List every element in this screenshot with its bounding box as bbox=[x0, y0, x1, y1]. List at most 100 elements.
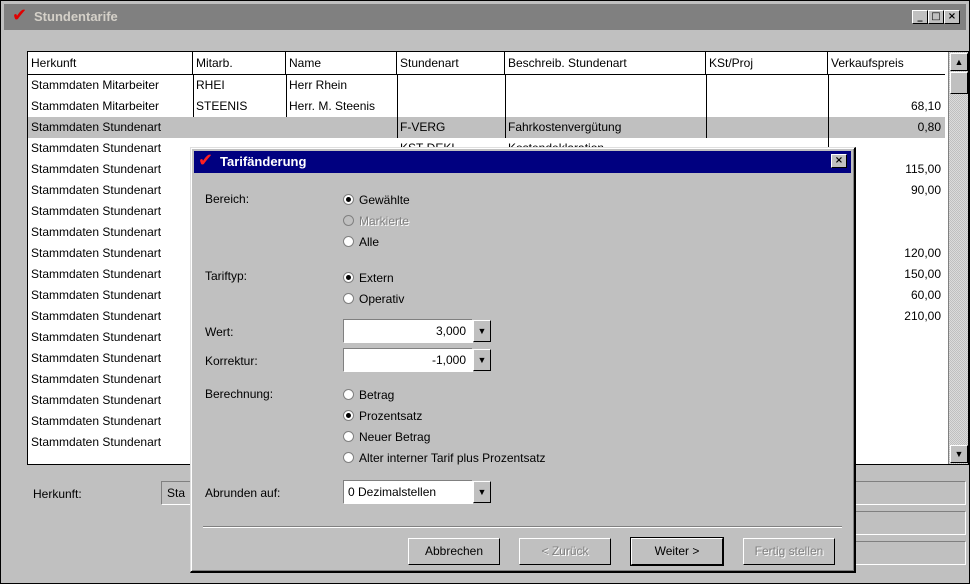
cell-herkunft: Stammdaten Stundenart bbox=[31, 162, 162, 176]
cell-herkunft: Stammdaten Mitarbeiter bbox=[31, 78, 160, 92]
abrunden-label: Abrunden auf: bbox=[205, 486, 281, 500]
wert-input[interactable]: 3,000 bbox=[343, 319, 473, 343]
right-field-2[interactable] bbox=[853, 511, 966, 535]
column-header-kst[interactable]: KSt/Proj bbox=[706, 52, 828, 74]
cell-beschreib bbox=[505, 96, 706, 117]
column-header-verkaufspreis[interactable]: Verkaufspreis bbox=[828, 52, 945, 74]
weiter-button[interactable]: Weiter > bbox=[630, 537, 724, 566]
cell-herkunft: Stammdaten Stundenart bbox=[31, 183, 162, 197]
radio-label: Extern bbox=[359, 271, 394, 285]
close-button[interactable]: × bbox=[944, 10, 960, 24]
scroll-thumb[interactable] bbox=[950, 72, 968, 94]
separator bbox=[203, 526, 842, 528]
wert-label: Wert: bbox=[205, 325, 234, 339]
cell-herkunft: Stammdaten Stundenart bbox=[31, 204, 162, 218]
cell-herkunft: Stammdaten Stundenart bbox=[31, 225, 162, 239]
cell-herkunft: Stammdaten Stundenart bbox=[31, 309, 162, 323]
radio-betrag[interactable]: Betrag bbox=[343, 386, 394, 404]
radio-gewaehlte[interactable]: Gewählte bbox=[343, 191, 410, 209]
radio-label: Gewählte bbox=[359, 193, 410, 207]
cell-herkunft: Stammdaten Stundenart bbox=[31, 288, 162, 302]
cell-kst bbox=[706, 117, 828, 138]
cell-herkunft: Stammdaten Stundenart bbox=[31, 414, 162, 428]
radio-extern[interactable]: Extern bbox=[343, 269, 394, 287]
abbrechen-button[interactable]: Abbrechen bbox=[408, 538, 500, 565]
radio-dot bbox=[343, 272, 354, 283]
radio-dot bbox=[343, 236, 354, 247]
cell-herkunft: Stammdaten Mitarbeiter bbox=[31, 99, 160, 113]
radio-operativ[interactable]: Operativ bbox=[343, 290, 404, 308]
dialog-title: Tarifänderung bbox=[220, 154, 307, 169]
abrunden-select[interactable]: 0 Dezimalstellen bbox=[343, 480, 473, 504]
maximize-button[interactable]: □ bbox=[928, 10, 944, 24]
radio-prozentsatz[interactable]: Prozentsatz bbox=[343, 407, 422, 425]
right-field-3[interactable] bbox=[853, 541, 966, 565]
abrunden-dropdown-arrow-icon[interactable]: ▼ bbox=[473, 481, 491, 503]
cell-herkunft: Stammdaten Stundenart bbox=[31, 246, 162, 260]
radio-label: Prozentsatz bbox=[359, 409, 423, 423]
minimize-button[interactable]: _ bbox=[912, 10, 928, 24]
herkunft-label: Herkunft: bbox=[33, 487, 82, 501]
column-header-beschreib[interactable]: Beschreib. Stundenart bbox=[505, 52, 706, 74]
korrektur-label: Korrektur: bbox=[205, 354, 258, 368]
column-header-herkunft[interactable]: Herkunft bbox=[28, 52, 193, 74]
cell-preis bbox=[828, 75, 945, 96]
radio-markierte: Markierte bbox=[343, 212, 409, 230]
cell-kst bbox=[706, 75, 828, 96]
scroll-down-arrow-icon[interactable]: ▼ bbox=[950, 445, 968, 463]
tarifaenderung-dialog: ✔ Tarifänderung × Bereich: Gewählte Mark… bbox=[190, 147, 856, 573]
dialog-close-button[interactable]: × bbox=[831, 154, 847, 168]
cell-name: Herr Rhein bbox=[289, 78, 348, 92]
wert-dropdown-arrow-icon[interactable]: ▼ bbox=[473, 320, 491, 342]
cell-stundenart bbox=[397, 96, 505, 117]
column-header-mitarb[interactable]: Mitarb. bbox=[193, 52, 286, 74]
cell-herkunft: Stammdaten Stundenart bbox=[31, 393, 162, 407]
cell-stundenart bbox=[397, 75, 505, 96]
zurueck-button: < Zurück bbox=[519, 538, 611, 565]
cell-herkunft: Stammdaten Stundenart bbox=[31, 372, 162, 386]
cell-herkunft: Stammdaten Stundenart bbox=[31, 330, 162, 344]
bereich-label: Bereich: bbox=[205, 192, 250, 206]
column-divider bbox=[286, 75, 287, 117]
radio-label: Operativ bbox=[359, 292, 405, 306]
column-divider bbox=[397, 75, 398, 138]
right-field-1[interactable] bbox=[853, 481, 966, 505]
radio-label: Betrag bbox=[359, 388, 395, 402]
radio-label: Markierte bbox=[359, 214, 410, 228]
radio-dot bbox=[343, 431, 354, 442]
cell-herkunft: Stammdaten Stundenart bbox=[31, 435, 162, 449]
cell-preis: 0,80 bbox=[917, 120, 941, 134]
radio-dot bbox=[343, 194, 354, 205]
column-divider bbox=[505, 75, 506, 138]
table-row[interactable]: Stammdaten Stundenart F-VERG Fahrkostenver… bbox=[28, 117, 945, 138]
cell-mitarb bbox=[193, 117, 286, 138]
scroll-up-arrow-icon[interactable]: ▲ bbox=[950, 53, 968, 71]
column-header-name[interactable]: Name bbox=[286, 52, 397, 74]
cell-mitarb: RHEI bbox=[196, 78, 225, 92]
vertical-scrollbar[interactable]: ▲ ▼ bbox=[948, 52, 968, 464]
cell-stundenart: F-VERG bbox=[400, 120, 446, 134]
cell-preis: 68,10 bbox=[910, 99, 941, 113]
berechnung-label: Berechnung: bbox=[205, 387, 274, 401]
table-row[interactable]: Stammdaten Mitarbeiter STEENIS Herr. M. St… bbox=[28, 96, 945, 117]
checkmark-icon: ✔ bbox=[198, 150, 214, 171]
dialog-title-bar[interactable]: ✔ Tarifänderung × bbox=[194, 151, 851, 173]
cell-beschreib: Fahrkostenvergütung bbox=[508, 120, 622, 134]
radio-dot bbox=[343, 389, 354, 400]
table-row[interactable]: Stammdaten Mitarbeiter RHEI Herr Rhein bbox=[28, 75, 945, 96]
cell-kst bbox=[706, 96, 828, 117]
main-title-bar[interactable]: ✔ Stundentarife _ □ × bbox=[4, 4, 966, 30]
radio-alle[interactable]: Alle bbox=[343, 233, 379, 251]
radio-alter-interner-tarif[interactable]: Alter interner Tarif plus Prozentsatz bbox=[343, 449, 546, 467]
cell-mitarb: STEENIS bbox=[196, 99, 248, 113]
korrektur-input[interactable]: -1,000 bbox=[343, 348, 473, 372]
window-title: Stundentarife bbox=[34, 9, 118, 24]
column-divider bbox=[193, 75, 194, 117]
radio-neuer-betrag[interactable]: Neuer Betrag bbox=[343, 428, 430, 446]
column-header-stundenart[interactable]: Stundenart bbox=[397, 52, 505, 74]
column-divider bbox=[706, 75, 707, 138]
cell-name bbox=[286, 117, 397, 138]
cell-herkunft: Stammdaten Stundenart bbox=[31, 267, 162, 281]
radio-label: Neuer Betrag bbox=[359, 430, 431, 444]
korrektur-dropdown-arrow-icon[interactable]: ▼ bbox=[473, 349, 491, 371]
